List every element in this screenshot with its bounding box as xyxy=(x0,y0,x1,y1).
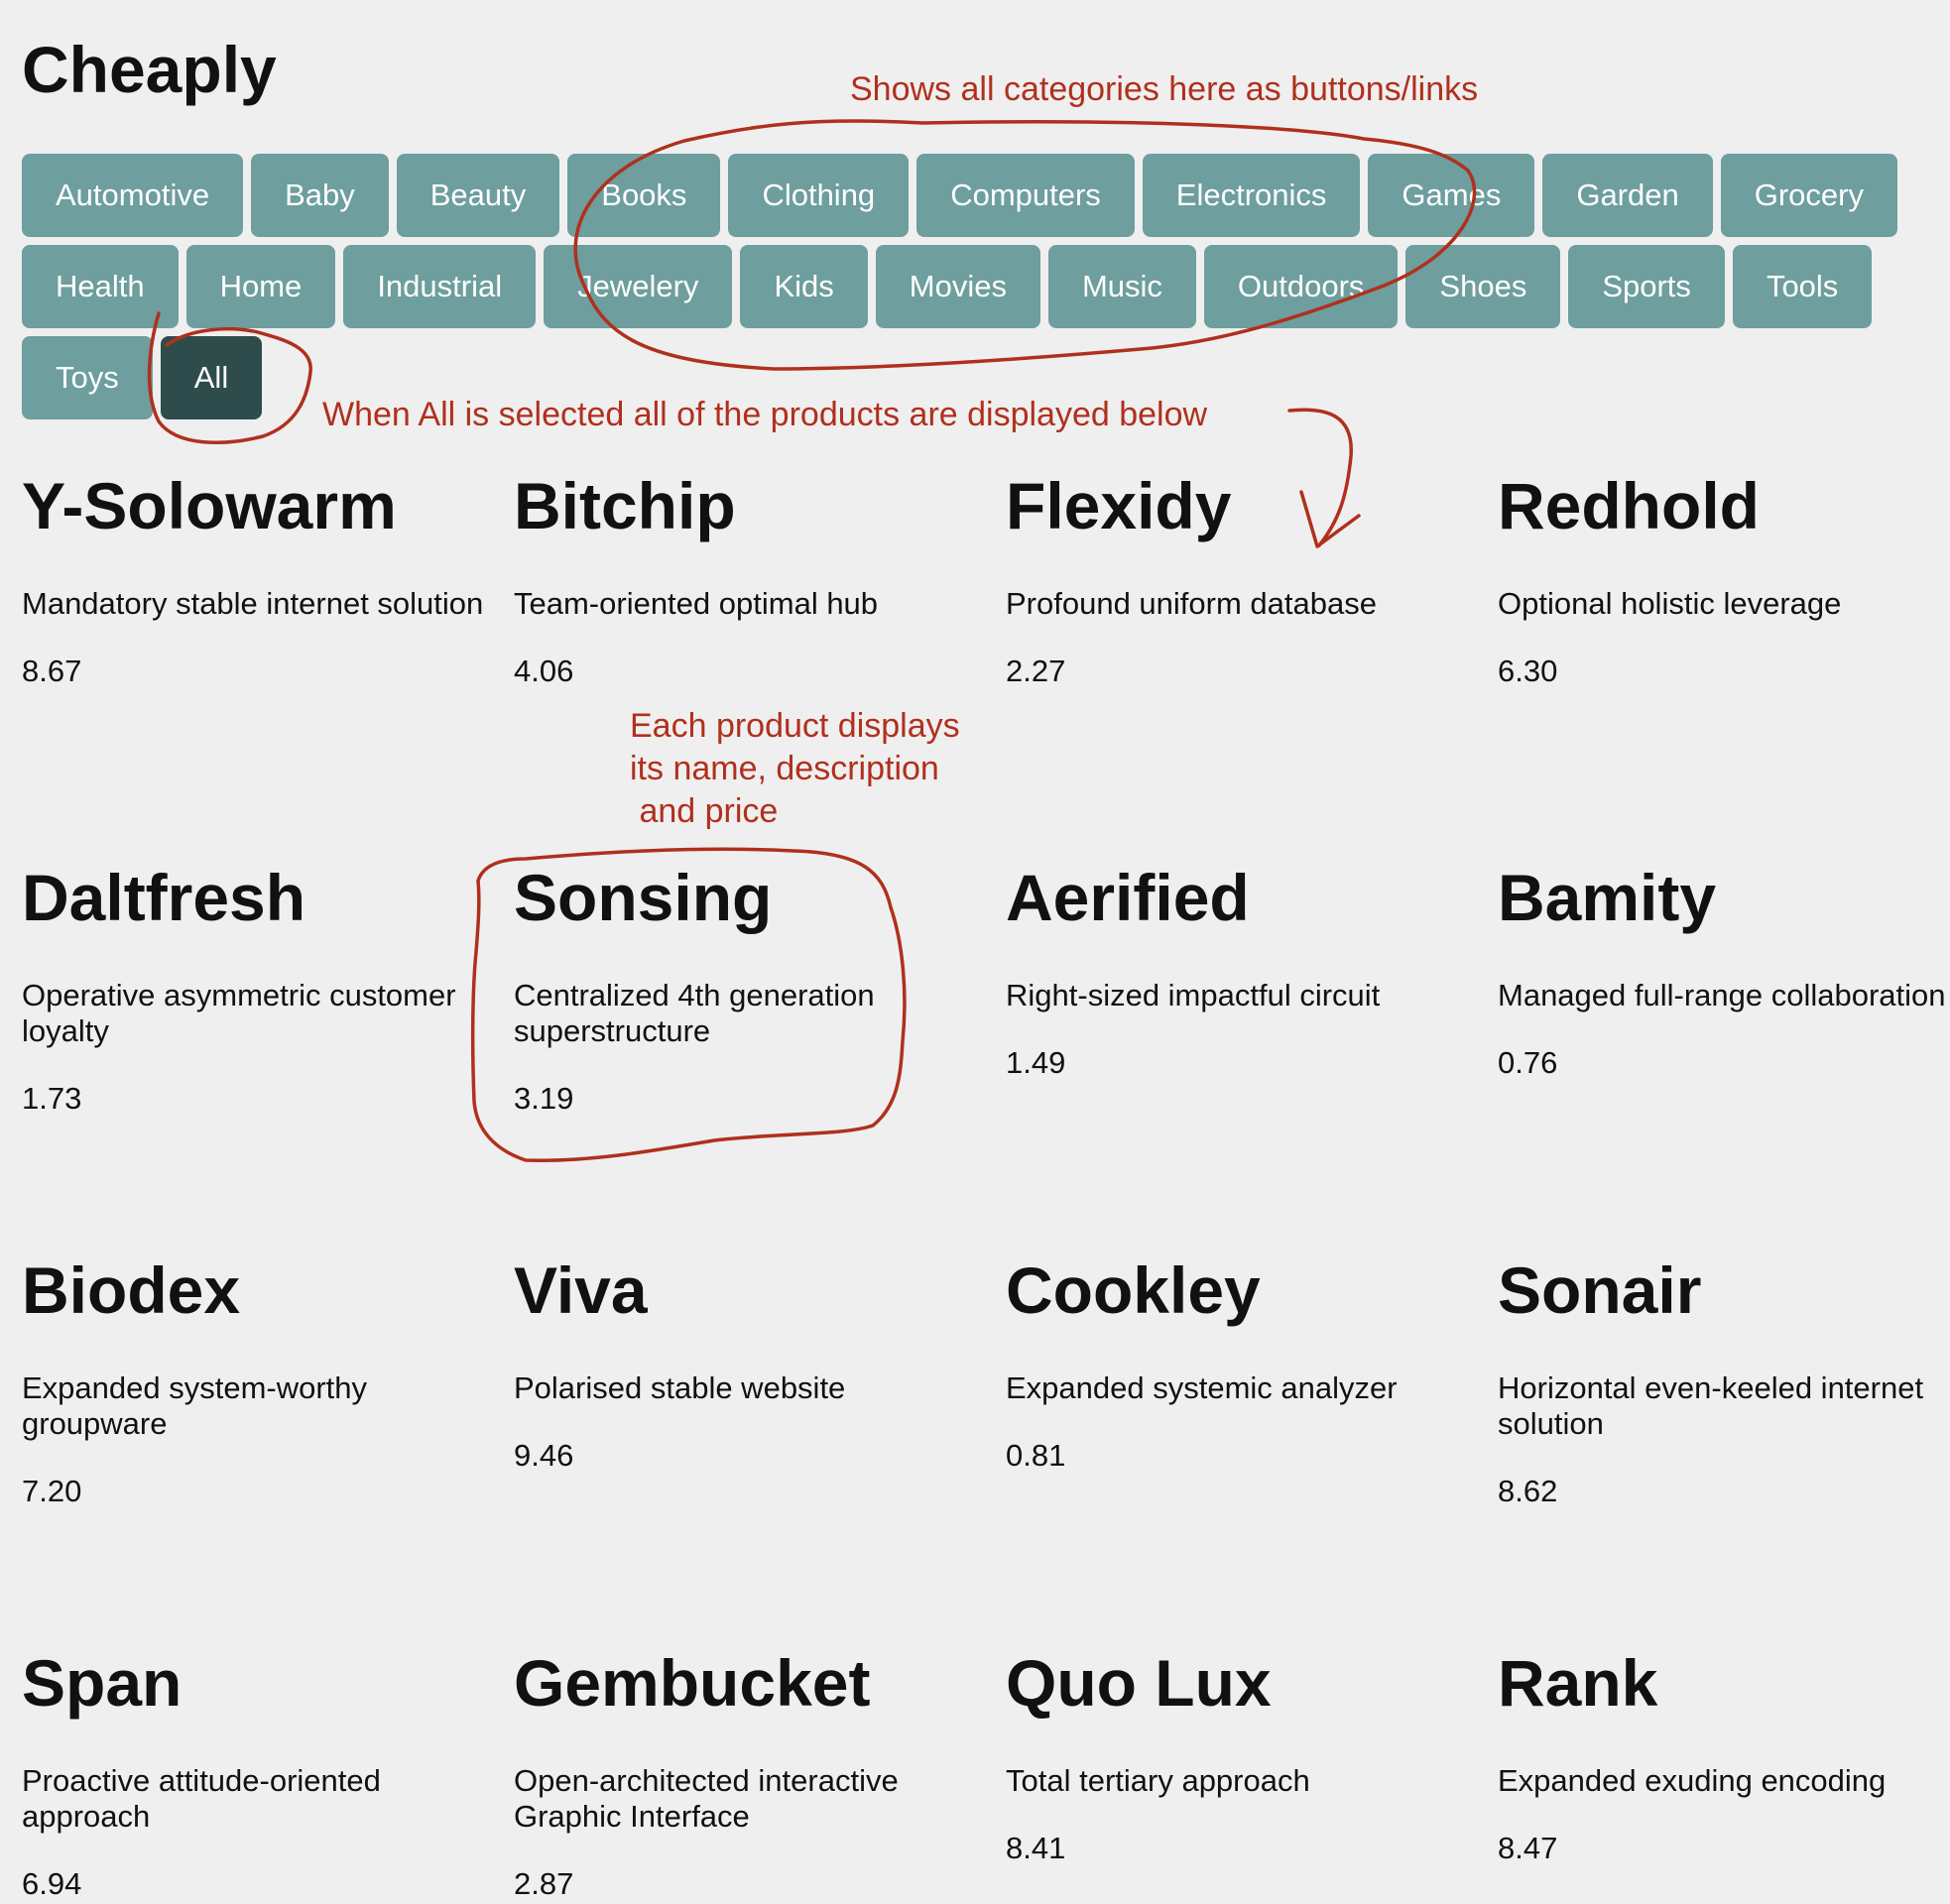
product-description: Open-architected interactive Graphic Int… xyxy=(514,1762,899,1834)
category-button-outdoors[interactable]: Outdoors xyxy=(1203,245,1399,328)
product-description: Managed full-range collaboration xyxy=(1498,977,1946,1012)
product-description: Profound uniform database xyxy=(1006,585,1377,621)
category-button-shoes[interactable]: Shoes xyxy=(1405,245,1561,328)
product-price: 1.49 xyxy=(1006,1044,1066,1080)
category-button-home[interactable]: Home xyxy=(185,245,336,328)
product-price: 7.20 xyxy=(22,1473,82,1508)
category-button-automotive[interactable]: Automotive xyxy=(22,154,244,237)
product-name: Quo Lux xyxy=(1006,1646,1272,1720)
product-card: Viva Polarised stable website 9.46 xyxy=(514,1254,980,1474)
category-button-all[interactable]: All xyxy=(160,336,263,419)
product-name: Viva xyxy=(514,1253,648,1327)
product-description: Horizontal even-keeled internet solution xyxy=(1498,1369,1924,1441)
product-price: 6.94 xyxy=(22,1865,82,1901)
product-card: Redhold Optional holistic leverage 6.30 xyxy=(1498,470,1950,689)
category-button-garden[interactable]: Garden xyxy=(1542,154,1713,237)
annotation-product-note: Each product displays its name, descript… xyxy=(630,707,960,830)
category-bar: Automotive Baby Beauty Books Clothing Co… xyxy=(22,154,1946,427)
category-button-kids[interactable]: Kids xyxy=(740,245,868,328)
product-card: Sonsing Centralized 4th generation super… xyxy=(514,862,980,1117)
product-name: Y-Solowarm xyxy=(22,469,397,542)
product-description: Expanded system-worthy groupware xyxy=(22,1369,368,1441)
product-name: Span xyxy=(22,1646,183,1720)
product-name: Sonsing xyxy=(514,861,773,934)
product-card: Bitchip Team-oriented optimal hub 4.06 xyxy=(514,470,980,689)
category-button-industrial[interactable]: Industrial xyxy=(343,245,537,328)
product-card: Span Proactive attitude-oriented approac… xyxy=(22,1647,488,1902)
product-name: Sonair xyxy=(1498,1253,1702,1327)
product-description: Centralized 4th generation superstructur… xyxy=(514,977,875,1048)
product-name: Bamity xyxy=(1498,861,1717,934)
product-price: 0.76 xyxy=(1498,1044,1558,1080)
product-name: Biodex xyxy=(22,1253,241,1327)
product-card: Quo Lux Total tertiary approach 8.41 xyxy=(1006,1647,1472,1866)
product-card: Flexidy Profound uniform database 2.27 xyxy=(1006,470,1472,689)
category-button-books[interactable]: Books xyxy=(567,154,721,237)
product-card: Daltfresh Operative asymmetric customer … xyxy=(22,862,488,1117)
product-name: Cookley xyxy=(1006,1253,1261,1327)
category-button-computers[interactable]: Computers xyxy=(916,154,1135,237)
product-price: 0.81 xyxy=(1006,1437,1066,1473)
product-price: 2.87 xyxy=(514,1865,574,1901)
product-price: 4.06 xyxy=(514,653,574,688)
product-card: Biodex Expanded system-worthy groupware … xyxy=(22,1254,488,1509)
product-description: Mandatory stable internet solution xyxy=(22,585,484,621)
product-price: 8.62 xyxy=(1498,1473,1558,1508)
product-description: Expanded systemic analyzer xyxy=(1006,1369,1398,1405)
product-name: Bitchip xyxy=(514,469,736,542)
category-button-electronics[interactable]: Electronics xyxy=(1142,154,1361,237)
category-button-sports[interactable]: Sports xyxy=(1568,245,1725,328)
category-button-grocery[interactable]: Grocery xyxy=(1720,154,1897,237)
category-button-beauty[interactable]: Beauty xyxy=(396,154,560,237)
product-card: Rank Expanded exuding encoding 8.47 xyxy=(1498,1647,1950,1866)
category-button-movies[interactable]: Movies xyxy=(875,245,1040,328)
product-card: Cookley Expanded systemic analyzer 0.81 xyxy=(1006,1254,1472,1474)
product-description: Total tertiary approach xyxy=(1006,1762,1310,1798)
product-price: 2.27 xyxy=(1006,653,1066,688)
product-name: Aerified xyxy=(1006,861,1250,934)
product-price: 9.46 xyxy=(514,1437,574,1473)
product-name: Rank xyxy=(1498,1646,1658,1720)
category-button-jewelery[interactable]: Jewelery xyxy=(544,245,733,328)
product-price: 6.30 xyxy=(1498,653,1558,688)
product-description: Proactive attitude-oriented approach xyxy=(22,1762,381,1834)
category-button-clothing[interactable]: Clothing xyxy=(728,154,910,237)
category-button-baby[interactable]: Baby xyxy=(251,154,389,237)
annotation-all-note: When All is selected all of the products… xyxy=(322,396,1208,433)
product-card: Sonair Horizontal even-keeled internet s… xyxy=(1498,1254,1950,1509)
product-name: Flexidy xyxy=(1006,469,1232,542)
product-name: Gembucket xyxy=(514,1646,871,1720)
product-price: 8.67 xyxy=(22,653,82,688)
category-button-tools[interactable]: Tools xyxy=(1732,245,1873,328)
product-price: 8.47 xyxy=(1498,1830,1558,1865)
product-card: Gembucket Open-architected interactive G… xyxy=(514,1647,980,1902)
product-price: 3.19 xyxy=(514,1080,574,1116)
product-description: Expanded exuding encoding xyxy=(1498,1762,1887,1798)
product-description: Polarised stable website xyxy=(514,1369,846,1405)
product-card: Aerified Right-sized impactful circuit 1… xyxy=(1006,862,1472,1081)
category-button-toys[interactable]: Toys xyxy=(22,336,153,419)
product-description: Team-oriented optimal hub xyxy=(514,585,879,621)
product-name: Redhold xyxy=(1498,469,1760,542)
product-price: 1.73 xyxy=(22,1080,82,1116)
product-description: Operative asymmetric customer loyalty xyxy=(22,977,456,1048)
product-price: 8.41 xyxy=(1006,1830,1066,1865)
category-button-games[interactable]: Games xyxy=(1368,154,1535,237)
product-name: Daltfresh xyxy=(22,861,306,934)
category-button-music[interactable]: Music xyxy=(1047,245,1196,328)
annotation-categories-note: Shows all categories here as buttons/lin… xyxy=(850,70,1479,108)
site-title: Cheaply xyxy=(22,33,277,106)
product-description: Optional holistic leverage xyxy=(1498,585,1842,621)
category-button-health[interactable]: Health xyxy=(22,245,179,328)
product-card: Bamity Managed full-range collaboration … xyxy=(1498,862,1950,1081)
product-card: Y-Solowarm Mandatory stable internet sol… xyxy=(22,470,488,689)
product-description: Right-sized impactful circuit xyxy=(1006,977,1381,1012)
